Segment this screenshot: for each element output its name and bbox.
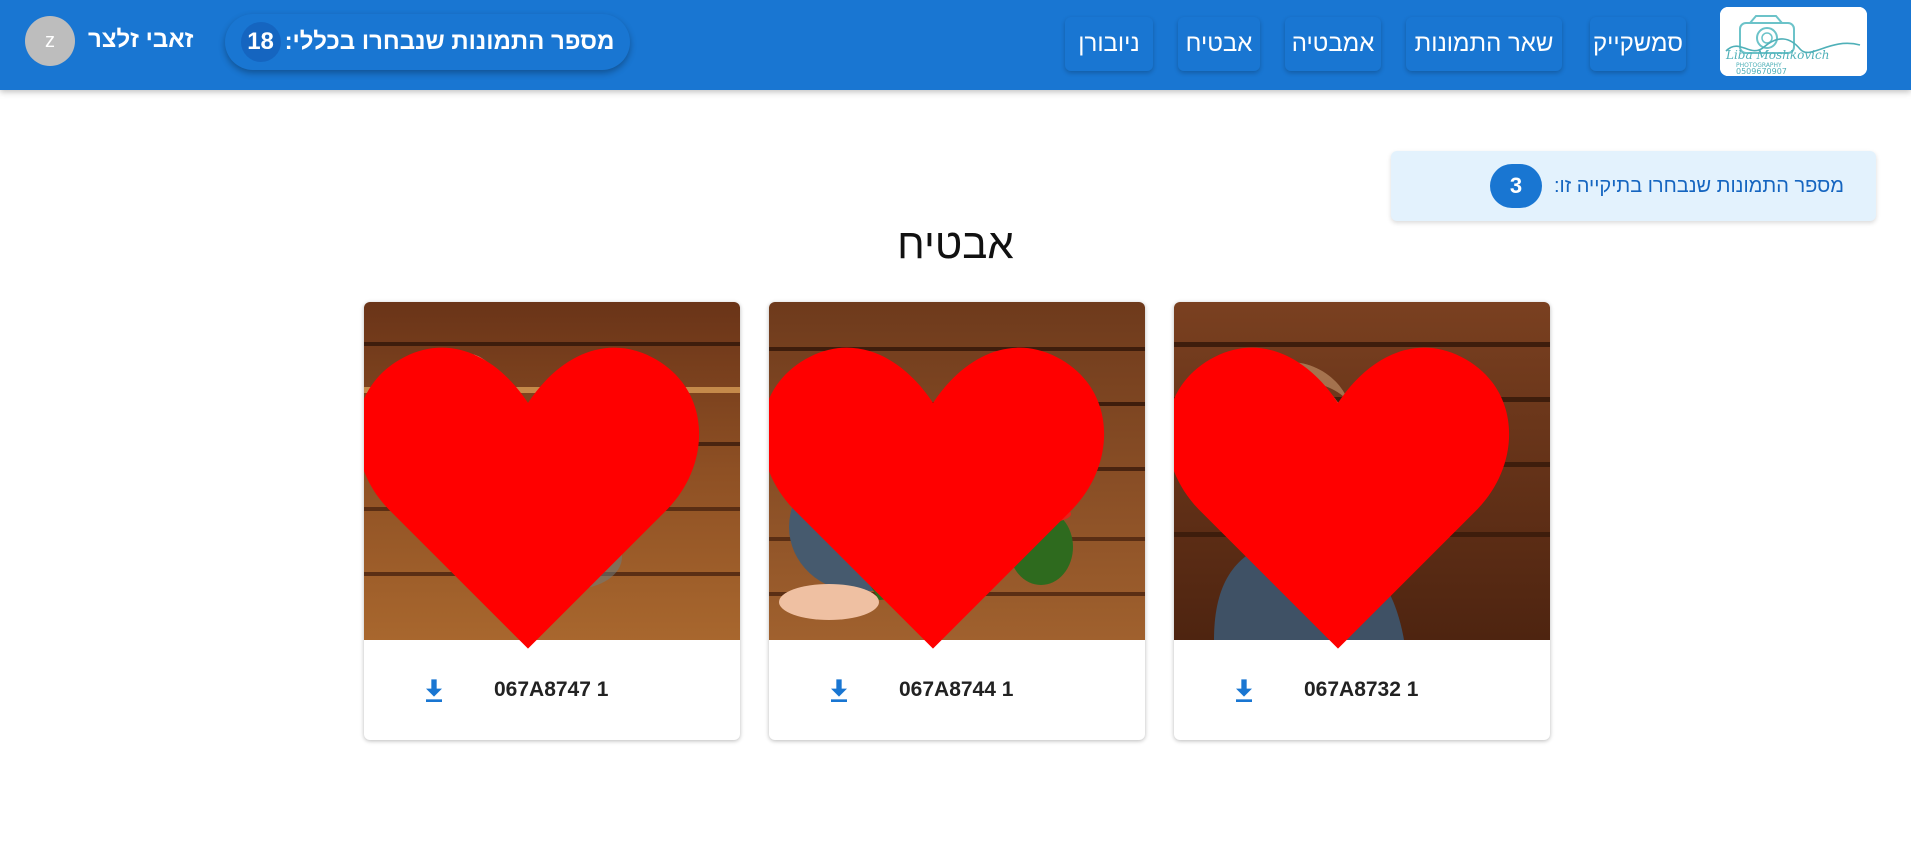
svg-text:0509670907: 0509670907	[1736, 67, 1787, 76]
svg-text:Liba Moshkovich: Liba Moshkovich	[1725, 48, 1829, 62]
photo-thumbnail[interactable]	[1174, 302, 1550, 649]
photo-card: 067A8732 1	[1174, 302, 1550, 740]
total-selected-counter: מספר התמונות שנבחרו בכללי: 18	[225, 14, 630, 70]
card-footer: 067A8747 1	[364, 640, 740, 740]
total-selected-label: מספר התמונות שנבחרו בכללי:	[284, 28, 615, 55]
user-name: זאבי זלצר	[88, 26, 194, 53]
download-icon[interactable]	[418, 674, 450, 706]
photographer-logo[interactable]: Liba Moshkovich PHOTOGRAPHY 0509670907	[1720, 7, 1867, 76]
download-icon[interactable]	[1228, 674, 1260, 706]
heart-icon[interactable]	[1174, 326, 1526, 664]
photo-card: 067A8747 1	[364, 302, 740, 740]
heart-icon[interactable]	[364, 326, 716, 664]
top-app-bar: Liba Moshkovich PHOTOGRAPHY 0509670907 ס…	[0, 0, 1911, 90]
total-selected-count: 18	[240, 22, 281, 62]
heart-icon[interactable]	[769, 326, 1121, 664]
photo-file-name: 067A8747 1	[494, 678, 609, 701]
nav-item-smash-cake[interactable]: סמשקייק	[1590, 17, 1686, 71]
avatar[interactable]: z	[25, 16, 75, 66]
nav-item-other-photos[interactable]: שאר התמונות	[1406, 17, 1562, 71]
album-title: אבטיח	[897, 220, 1014, 267]
album-selected-label: מספר התמונות שנבחרו בתיקייה זו:	[1553, 174, 1844, 197]
card-footer: 067A8744 1	[769, 640, 1145, 740]
nav-item-newborn[interactable]: ניובורן	[1065, 17, 1153, 71]
album-selected-count: 3	[1489, 164, 1542, 208]
album-selected-info: מספר התמונות שנבחרו בתיקייה זו: 3	[1391, 151, 1876, 221]
card-footer: 067A8732 1	[1174, 640, 1550, 740]
photo-file-name: 067A8744 1	[899, 678, 1014, 701]
nav-item-bath[interactable]: אמבטיה	[1285, 17, 1381, 71]
download-icon[interactable]	[823, 674, 855, 706]
nav-item-watermelon[interactable]: אבטיח	[1178, 17, 1260, 71]
photo-file-name: 067A8732 1	[1304, 678, 1419, 701]
photo-thumbnail[interactable]	[769, 302, 1145, 649]
camera-logo-icon: Liba Moshkovich PHOTOGRAPHY 0509670907	[1720, 7, 1867, 76]
photo-card: 067A8744 1	[769, 302, 1145, 740]
photo-thumbnail[interactable]	[364, 302, 740, 649]
